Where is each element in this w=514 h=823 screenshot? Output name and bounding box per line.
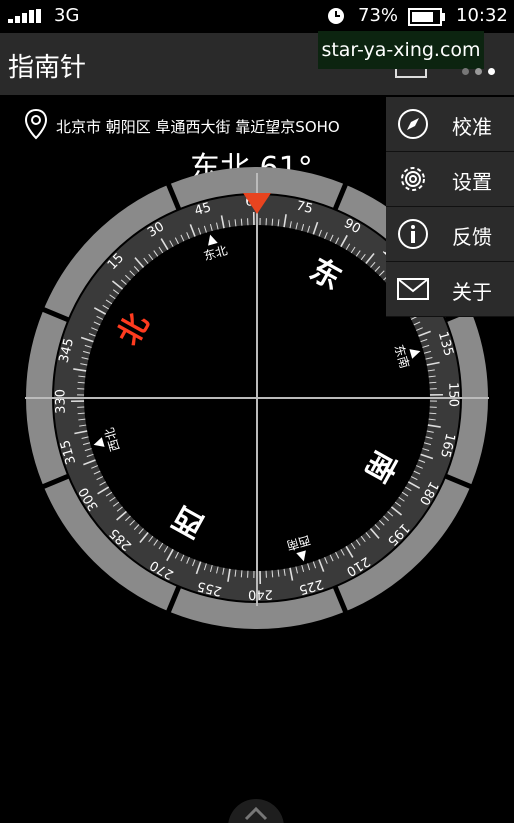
cardinal-label: 南 <box>358 445 403 488</box>
degree-label: 240 <box>248 586 273 601</box>
cardinal-label: 北 <box>111 308 156 351</box>
menu-item-settings[interactable]: 设置 <box>386 152 514 207</box>
menu-label: 校准 <box>452 115 492 139</box>
menu-item-feedback[interactable]: 反馈 <box>386 207 514 262</box>
chevron-up-icon[interactable] <box>224 795 288 823</box>
degree-label: 330 <box>53 389 68 414</box>
menu-item-calibrate[interactable]: 校准 <box>386 97 514 152</box>
degree-tick <box>77 412 85 415</box>
intercardinal-label: 西北 <box>102 426 122 453</box>
degree-label: 150 <box>445 382 460 407</box>
degree-tick <box>429 381 437 384</box>
envelope-icon <box>397 278 429 300</box>
compass-calibrate-icon <box>398 109 428 139</box>
degree-tick <box>240 570 243 578</box>
intercardinal-label: 西南 <box>285 533 312 554</box>
cardinal-label: 西 <box>167 499 210 544</box>
overflow-menu: 校准 设置 反馈 关于 <box>386 97 514 317</box>
intercardinal-marker <box>93 437 105 447</box>
intercardinal-marker <box>409 349 421 359</box>
intercardinal-marker <box>208 234 218 246</box>
menu-label: 关于 <box>452 280 492 304</box>
cardinal-label: 东 <box>304 252 347 297</box>
degree-tick <box>271 570 274 578</box>
degree-tick <box>77 381 85 384</box>
intercardinal-marker <box>296 550 306 562</box>
menu-label: 设置 <box>452 170 492 194</box>
intercardinal-label: 东南 <box>392 343 413 370</box>
info-icon <box>398 219 428 249</box>
intercardinal-label: 东北 <box>202 243 229 263</box>
degree-tick <box>429 412 437 415</box>
menu-item-about[interactable]: 关于 <box>386 262 514 317</box>
gear-icon <box>401 167 425 191</box>
menu-label: 反馈 <box>452 225 492 249</box>
degree-tick <box>271 218 274 226</box>
degree-tick <box>240 218 243 226</box>
